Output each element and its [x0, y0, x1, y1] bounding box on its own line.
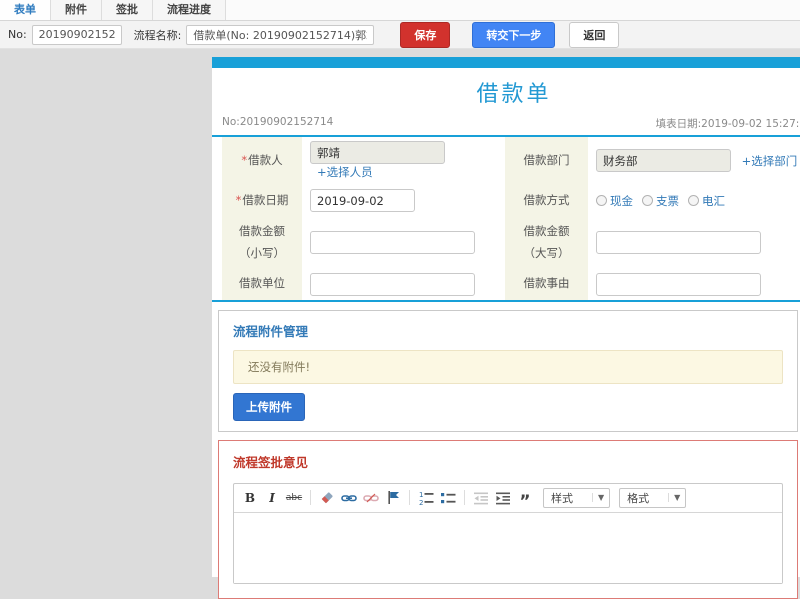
borrow-date-label: *借款日期	[222, 184, 302, 217]
no-attachments-alert: 还没有附件!	[233, 349, 783, 384]
attachments-title: 流程附件管理	[233, 323, 309, 339]
tab-attachments[interactable]: 附件	[51, 0, 102, 20]
table-row: 借款单位 借款事由	[222, 268, 800, 300]
style-dropdown[interactable]: 样式 ▼	[543, 487, 611, 508]
amount-lower-label: 借款金额（小写）	[222, 217, 302, 269]
svg-text:2: 2	[419, 499, 423, 506]
borrower-label: *借款人	[222, 137, 302, 184]
unlink-icon[interactable]	[362, 489, 380, 507]
tab-process-progress[interactable]: 流程进度	[153, 0, 226, 20]
remove-format-icon[interactable]	[318, 489, 336, 507]
tab-bar: 表单 附件 签批 流程进度	[0, 0, 800, 21]
toolbar-separator	[409, 490, 410, 506]
radio-icon[interactable]	[596, 195, 607, 206]
approval-title: 流程签批意见	[233, 454, 309, 470]
borrow-unit-label: 借款单位	[222, 268, 302, 300]
link-icon[interactable]	[340, 489, 358, 507]
chevron-down-icon: ▼	[592, 493, 609, 503]
toolbar-separator	[310, 490, 311, 506]
radio-icon[interactable]	[688, 195, 699, 206]
form-title: 借款单	[476, 82, 552, 107]
action-toolbar: No: 流程名称: 保存 转交下一步 返回	[0, 21, 800, 49]
divider-line-bottom	[212, 299, 800, 302]
select-dept-link[interactable]: +选择部门	[742, 154, 798, 168]
numbered-list-icon[interactable]: 12	[417, 489, 435, 507]
select-person-link[interactable]: +选择人员	[317, 165, 373, 179]
amount-upper-label: 借款金额（大写）	[505, 217, 588, 269]
bulleted-list-icon[interactable]	[439, 489, 457, 507]
borrow-date-input[interactable]	[310, 189, 415, 212]
dept-label: 借款部门	[505, 137, 588, 184]
borrower-input[interactable]	[310, 141, 445, 164]
editor-toolbar: B I abc 12 ” 样式 ▼ 格式 ▼	[234, 484, 782, 513]
chevron-down-icon: ▼	[668, 493, 685, 503]
outdent-icon[interactable]	[472, 489, 490, 507]
form-panel: 借款单 No:20190902152714 填表日期:2019-09-02 15…	[212, 57, 800, 599]
process-name-label: 流程名称:	[133, 28, 182, 42]
rich-text-editor: B I abc 12 ” 样式 ▼ 格式 ▼	[233, 482, 783, 584]
table-row: *借款人 +选择人员 借款部门 +选择部门	[222, 137, 800, 184]
block-quote-icon[interactable]: ”	[516, 489, 534, 510]
panel-top-bar	[212, 57, 800, 68]
radio-option-check[interactable]: 支票	[642, 193, 679, 209]
tab-approval[interactable]: 签批	[102, 0, 153, 20]
table-row: *借款日期 借款方式 现金 支票 电	[222, 184, 800, 217]
no-input[interactable]	[31, 24, 122, 45]
bold-icon[interactable]: B	[241, 489, 259, 507]
strikethrough-icon[interactable]: abc	[285, 489, 303, 507]
attachments-section: 流程附件管理 还没有附件! 上传附件	[218, 309, 798, 432]
process-name-input[interactable]	[186, 24, 375, 45]
amount-lower-input[interactable]	[310, 231, 475, 255]
upload-attachment-button[interactable]: 上传附件	[233, 392, 305, 421]
table-row: 借款金额（小写） 借款金额（大写）	[222, 217, 800, 269]
italic-icon[interactable]: I	[263, 489, 281, 507]
approval-section: 流程签批意见 B I abc 1 2 ” 样式 ▼ 格式 ▼	[218, 439, 798, 599]
save-button[interactable]: 保存	[400, 21, 451, 48]
borrow-method-options: 现金 支票 电汇	[596, 193, 798, 209]
borrow-reason-input[interactable]	[596, 272, 761, 296]
fields-table: *借款人 +选择人员 借款部门 +选择部门 *借款日期 借款方式	[222, 137, 800, 300]
required-mark: *	[241, 152, 248, 167]
editor-content-area[interactable]	[234, 512, 782, 583]
borrow-unit-input[interactable]	[310, 272, 475, 296]
amount-upper-input[interactable]	[596, 231, 761, 255]
no-label: No:	[8, 28, 27, 41]
svg-text:1: 1	[419, 491, 423, 499]
radio-option-wire[interactable]: 电汇	[688, 193, 725, 209]
form-date-text: 填表日期:2019-09-02 15:27:1	[655, 118, 800, 130]
radio-icon[interactable]	[642, 195, 653, 206]
format-dropdown[interactable]: 格式 ▼	[619, 487, 687, 508]
back-button[interactable]: 返回	[569, 21, 620, 48]
required-mark: *	[235, 192, 242, 207]
borrow-method-label: 借款方式	[505, 184, 588, 217]
toolbar-separator	[464, 490, 465, 506]
tab-form[interactable]: 表单	[0, 0, 51, 20]
indent-icon[interactable]	[494, 489, 512, 507]
radio-option-cash[interactable]: 现金	[596, 193, 633, 209]
transfer-next-button[interactable]: 转交下一步	[472, 21, 556, 48]
borrow-reason-label: 借款事由	[505, 268, 588, 300]
dept-input[interactable]	[596, 149, 731, 172]
form-no-text: No:20190902152714	[222, 116, 334, 128]
anchor-flag-icon[interactable]	[384, 489, 402, 507]
form-info-row: No:20190902152714 填表日期:2019-09-02 15:27:…	[212, 108, 800, 135]
